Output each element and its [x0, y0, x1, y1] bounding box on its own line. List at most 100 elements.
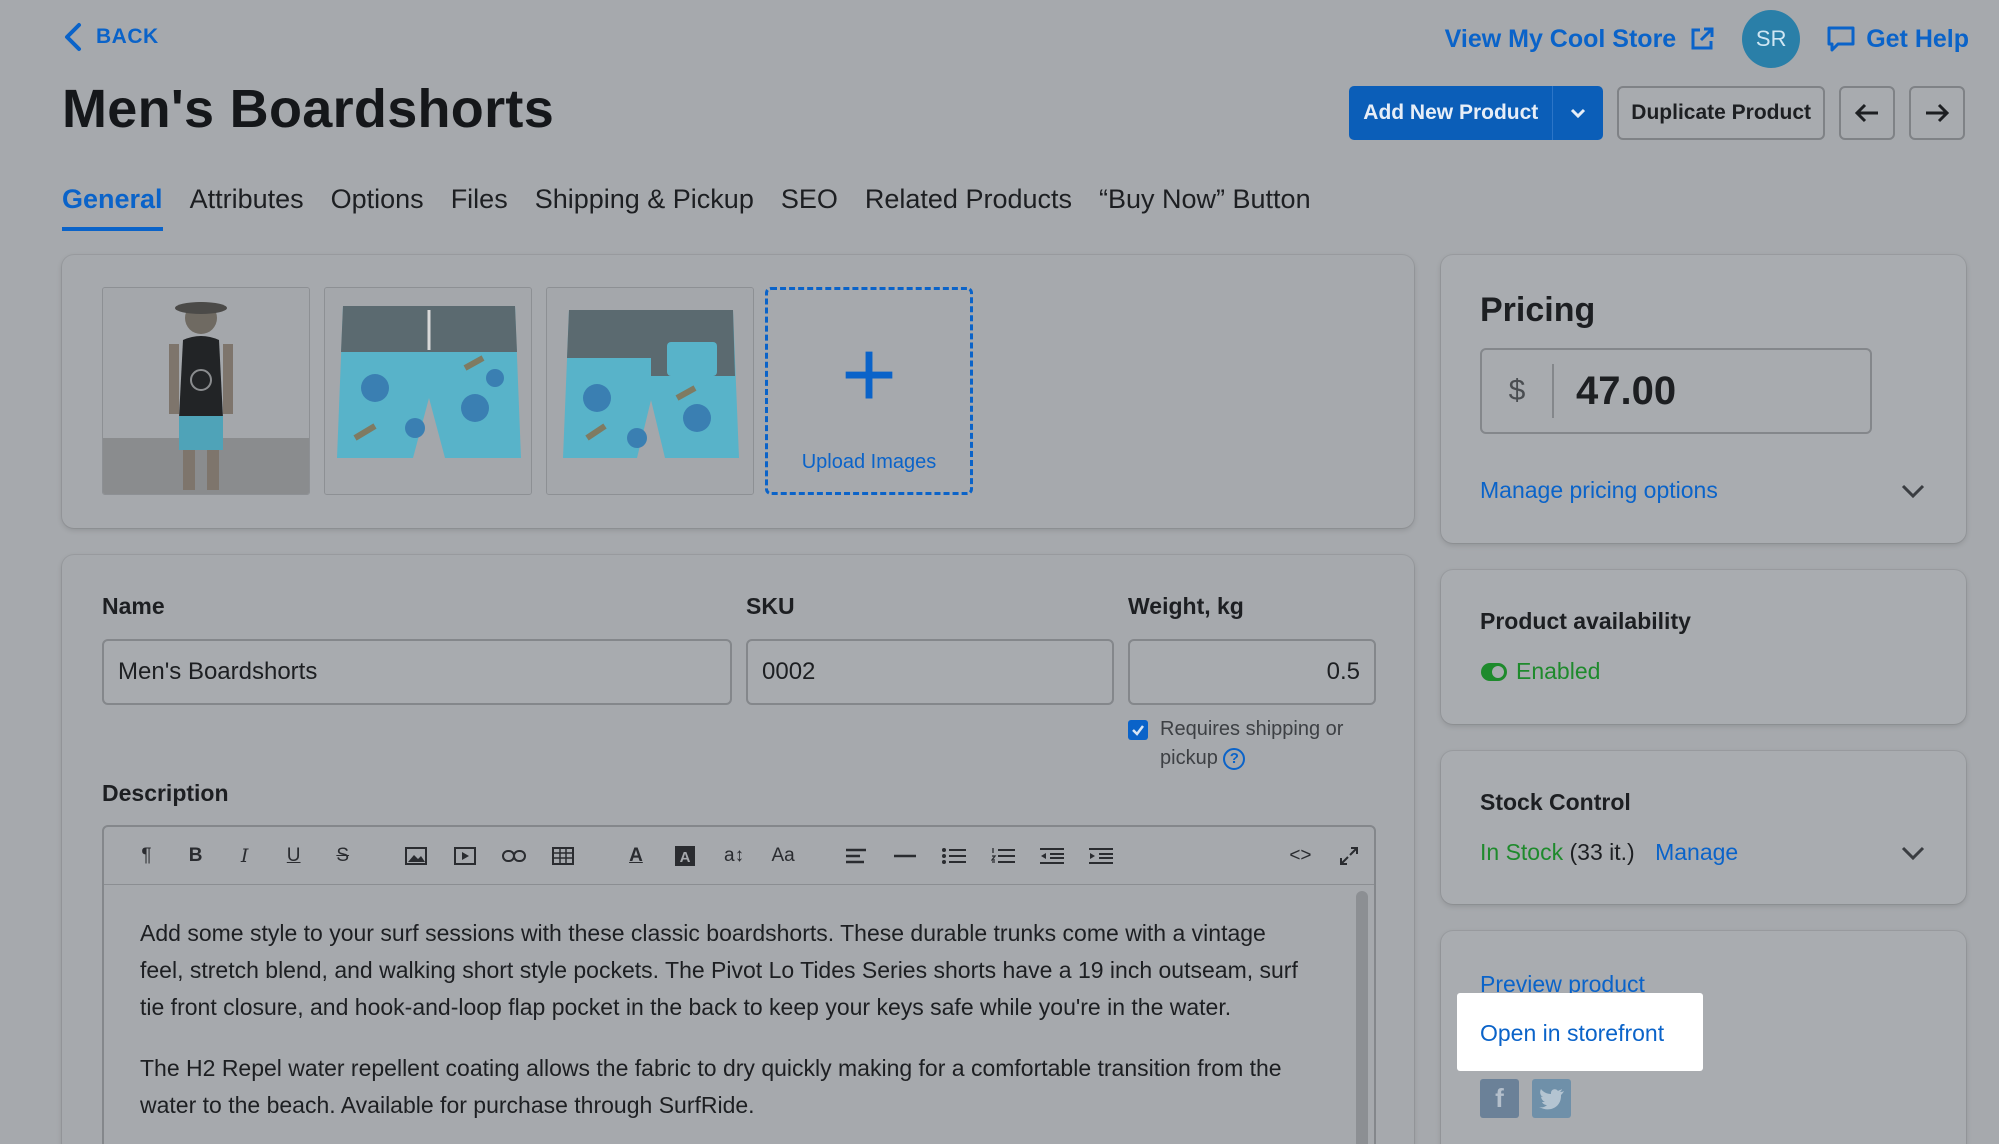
- name-field[interactable]: Men's Boardshorts: [102, 639, 732, 705]
- page-title: Men's Boardshorts: [62, 79, 555, 139]
- background-color-icon[interactable]: A: [660, 827, 709, 885]
- external-link-icon: [1691, 27, 1714, 50]
- description-content[interactable]: Add some style to your surf sessions wit…: [104, 885, 1334, 1124]
- product-image-1[interactable]: [102, 287, 310, 495]
- stock-title: Stock Control: [1480, 789, 1631, 815]
- add-new-product-button[interactable]: Add New Product: [1349, 86, 1554, 140]
- availability-toggle[interactable]: Enabled: [1480, 658, 1600, 685]
- description-editor: ¶ B I U S A A a↕ Aa <> Add some style to…: [102, 825, 1376, 1144]
- chevron-down-icon[interactable]: [1900, 845, 1926, 861]
- manage-pricing-row[interactable]: Manage pricing options: [1480, 477, 1926, 504]
- availability-status: Enabled: [1516, 658, 1601, 684]
- indent-icon[interactable]: [1077, 827, 1126, 885]
- requires-shipping-label: Requires shipping or: [1160, 718, 1344, 740]
- editor-toolbar: ¶ B I U S A A a↕ Aa <>: [104, 827, 1374, 885]
- numbered-list-icon[interactable]: [979, 827, 1028, 885]
- tab-seo[interactable]: SEO: [781, 184, 838, 231]
- toggle-on-icon: [1481, 662, 1507, 681]
- product-image-3[interactable]: [546, 287, 754, 495]
- header-links: View My Cool Store SR Get Help: [1445, 10, 1969, 68]
- tab-related-products[interactable]: Related Products: [865, 184, 1072, 231]
- manage-stock-link[interactable]: Manage: [1655, 839, 1738, 865]
- outdent-icon[interactable]: [1028, 827, 1077, 885]
- font-color-icon[interactable]: A: [611, 827, 660, 885]
- check-icon: [1132, 725, 1144, 736]
- manage-pricing-link[interactable]: Manage pricing options: [1480, 477, 1718, 504]
- open-in-storefront-link[interactable]: Open in storefront: [1480, 1020, 1664, 1047]
- horizontal-rule-icon[interactable]: [881, 827, 930, 885]
- strikethrough-icon[interactable]: S: [318, 827, 367, 885]
- sku-field[interactable]: 0002: [746, 639, 1114, 705]
- editor-scrollbar[interactable]: [1356, 891, 1368, 1144]
- svg-text:A: A: [680, 849, 691, 866]
- description-label: Description: [102, 780, 229, 806]
- get-help-link[interactable]: Get Help: [1826, 25, 1969, 54]
- twitter-icon[interactable]: [1532, 1079, 1571, 1118]
- underline-icon[interactable]: U: [269, 827, 318, 885]
- back-link[interactable]: BACK: [62, 22, 159, 52]
- social-share: f: [1480, 1079, 1571, 1118]
- upload-images-label: Upload Images: [801, 450, 937, 473]
- stock-count: (33 it.): [1569, 839, 1635, 865]
- avatar[interactable]: SR: [1742, 10, 1801, 68]
- duplicate-product-button[interactable]: Duplicate Product: [1617, 86, 1825, 140]
- photo-boardshorts-back: [547, 288, 753, 494]
- description-paragraph-1: Add some style to your surf sessions wit…: [140, 920, 1298, 1020]
- name-label: Name: [102, 593, 165, 619]
- requires-shipping-checkbox[interactable]: [1128, 720, 1148, 740]
- tab-shipping-pickup[interactable]: Shipping & Pickup: [535, 184, 754, 231]
- currency-symbol: $: [1482, 364, 1554, 418]
- back-label: BACK: [96, 25, 159, 48]
- pricing-title: Pricing: [1480, 291, 1596, 329]
- facebook-icon[interactable]: f: [1480, 1079, 1519, 1118]
- weight-field[interactable]: 0.5: [1128, 639, 1376, 705]
- availability-card: Product availability Enabled: [1441, 570, 1966, 724]
- arrow-left-icon: [1854, 103, 1878, 123]
- stock-row: In Stock (33 it.) Manage: [1480, 839, 1926, 866]
- bullet-list-icon[interactable]: [930, 827, 979, 885]
- product-actions: Add New Product Duplicate Product: [1349, 86, 1965, 140]
- add-new-product-group: Add New Product: [1349, 86, 1604, 140]
- arrow-right-icon: [1926, 103, 1950, 123]
- table-icon[interactable]: [538, 827, 587, 885]
- sku-label: SKU: [746, 593, 795, 619]
- font-family-icon[interactable]: Aa: [759, 827, 808, 885]
- bold-icon[interactable]: B: [171, 827, 220, 885]
- code-view-icon[interactable]: <>: [1276, 827, 1325, 885]
- requires-shipping-row: Requires shipping or pickup ?: [1128, 715, 1388, 773]
- stock-status: In Stock: [1480, 839, 1564, 865]
- get-help-label: Get Help: [1866, 24, 1969, 53]
- previous-product-button[interactable]: [1839, 86, 1895, 140]
- price-input[interactable]: $ 47.00: [1480, 348, 1872, 434]
- paragraph-icon[interactable]: ¶: [122, 827, 171, 885]
- tab-attributes[interactable]: Attributes: [190, 184, 304, 231]
- tab-general[interactable]: General: [62, 184, 163, 231]
- image-icon[interactable]: [391, 827, 440, 885]
- video-icon[interactable]: [440, 827, 489, 885]
- view-store-label: View My Cool Store: [1444, 24, 1677, 53]
- tab-files[interactable]: Files: [451, 184, 508, 231]
- upload-images-button[interactable]: + Upload Images: [765, 287, 973, 495]
- plus-icon: +: [840, 320, 898, 428]
- font-size-icon[interactable]: a↕: [710, 827, 759, 885]
- link-icon[interactable]: [489, 827, 538, 885]
- add-new-product-dropdown[interactable]: [1553, 86, 1603, 140]
- chevron-left-icon: [65, 23, 81, 51]
- align-icon[interactable]: [832, 827, 881, 885]
- chevron-down-icon[interactable]: [1900, 483, 1926, 499]
- fullscreen-icon[interactable]: [1325, 827, 1374, 885]
- product-image-2[interactable]: [324, 287, 532, 495]
- italic-icon[interactable]: I: [220, 827, 269, 885]
- tab-options[interactable]: Options: [331, 184, 424, 231]
- weight-label: Weight, kg: [1128, 593, 1244, 619]
- pricing-card: Pricing $ 47.00 Manage pricing options: [1441, 255, 1966, 543]
- view-store-link[interactable]: View My Cool Store: [1445, 25, 1717, 54]
- chat-bubble-icon: [1827, 26, 1855, 52]
- availability-title: Product availability: [1480, 608, 1691, 634]
- next-product-button[interactable]: [1909, 86, 1965, 140]
- description-paragraph-2: The H2 Repel water repellent coating all…: [140, 1055, 1282, 1118]
- product-details-card: Name Men's Boardshorts SKU 0002 Weight, …: [62, 555, 1414, 1144]
- price-value: 47.00: [1576, 368, 1677, 413]
- help-icon[interactable]: ?: [1223, 747, 1246, 770]
- tab-buy-now-button[interactable]: “Buy Now” Button: [1099, 184, 1311, 231]
